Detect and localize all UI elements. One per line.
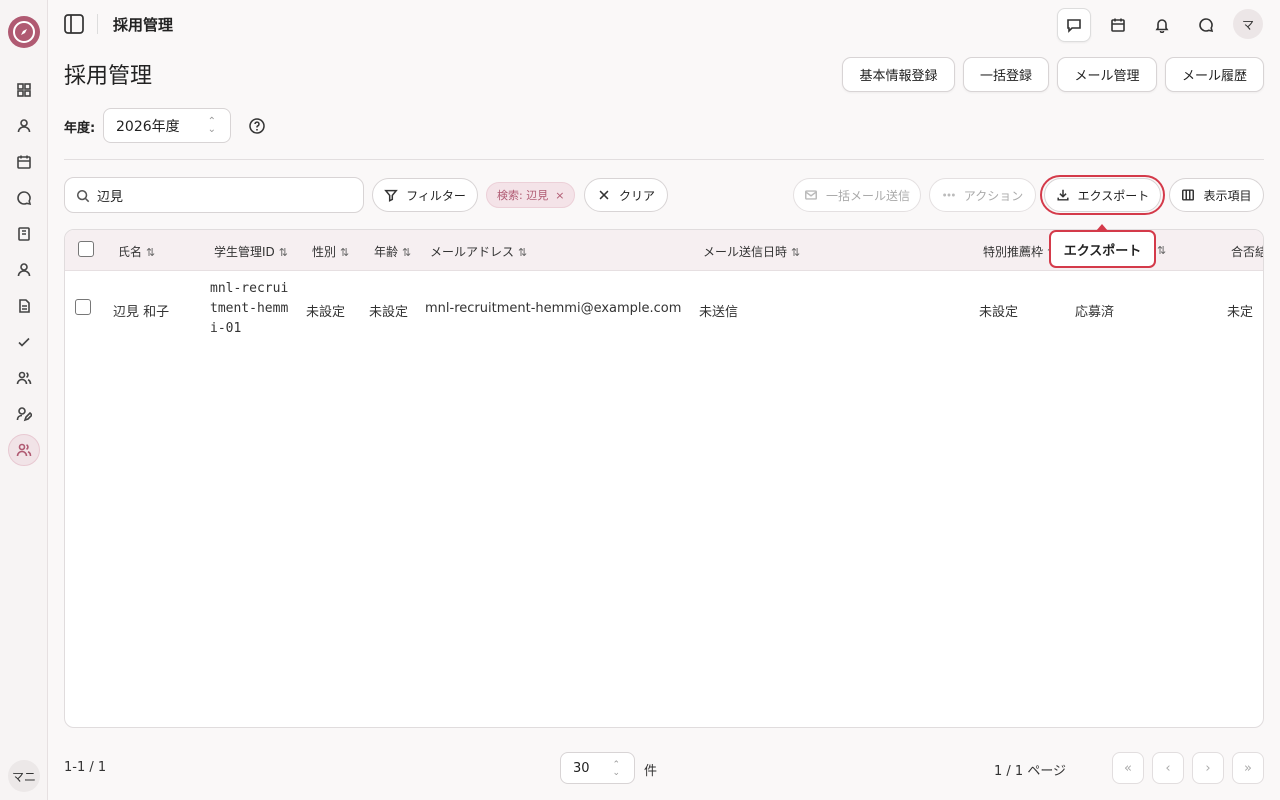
calendar-top-icon[interactable] (1101, 8, 1135, 42)
topbar-divider (97, 14, 98, 34)
mail-history-button[interactable]: メール履歴 (1165, 57, 1264, 92)
sort-icon: ⇅ (340, 246, 350, 259)
recruitment-users-icon[interactable] (8, 434, 40, 466)
compass-icon (13, 21, 35, 43)
select-chevron-icon: ⌃ ⌄ (612, 760, 620, 778)
cell-mail-sent: 未送信 (699, 305, 739, 320)
help-icon[interactable] (248, 117, 266, 135)
chip-label: 検索: 辺見 (497, 189, 549, 202)
header-age[interactable]: 年齢 ⇅ (374, 243, 411, 260)
bell-icon[interactable] (1145, 8, 1179, 42)
export-highlight-ring (1040, 175, 1165, 215)
bulk-mail-button[interactable]: 一括メール送信 (793, 178, 921, 212)
search-icon (76, 189, 90, 203)
cell-result: 未定 (1227, 305, 1254, 320)
header-mail-sent[interactable]: メール送信日時 ⇅ (703, 243, 800, 260)
first-page-button[interactable]: « (1112, 752, 1144, 784)
chat-icon[interactable] (12, 186, 36, 210)
row-checkbox[interactable] (75, 299, 91, 315)
filter-label: フィルター (406, 188, 466, 203)
sort-icon: ⇅ (146, 246, 156, 259)
close-icon (599, 190, 609, 200)
page-size-unit: 件 (644, 764, 658, 779)
more-icon (942, 193, 955, 197)
calendar-icon[interactable] (12, 150, 36, 174)
mail-management-button[interactable]: メール管理 (1057, 57, 1157, 92)
dashboard-icon[interactable] (12, 78, 36, 102)
next-page-button[interactable]: › (1192, 752, 1224, 784)
clear-button[interactable]: クリア (584, 178, 668, 212)
page-title: 採用管理 (64, 64, 153, 89)
sidebar: マニ (0, 0, 48, 800)
recruitment-table: 氏名 ⇅ 学生管理ID ⇅ 性別 ⇅ 年齢 ⇅ メールアドレス ⇅ メール送信日時 ⇅ 特別… (64, 229, 1264, 728)
person-icon[interactable] (12, 258, 36, 282)
cell-status: 応募済 (1075, 305, 1115, 320)
cell-special: 未設定 (979, 305, 1019, 320)
filter-icon (384, 189, 398, 202)
action-button[interactable]: アクション (929, 178, 1036, 212)
header-gender[interactable]: 性別 ⇅ (312, 243, 349, 260)
page-size-value: 30 (573, 760, 590, 776)
header-email[interactable]: メールアドレス ⇅ (430, 243, 527, 260)
book-icon[interactable] (12, 222, 36, 246)
sort-icon: ⇅ (402, 246, 412, 259)
result-count: 1-1 / 1 (64, 760, 107, 775)
columns-button[interactable]: 表示項目 (1169, 178, 1264, 212)
search-value: 辺見 (97, 189, 124, 205)
filter-button[interactable]: フィルター (372, 178, 478, 212)
cell-email: mnl-recruitment-hemmi@example.com (425, 301, 682, 316)
sort-icon: ⇅ (791, 246, 801, 259)
user-edit-icon[interactable] (12, 402, 36, 426)
chat-bubble-icon[interactable] (1189, 8, 1223, 42)
columns-label: 表示項目 (1203, 188, 1252, 203)
message-icon[interactable] (1057, 8, 1091, 42)
header-special[interactable]: 特別推薦枠⇅ (983, 243, 1056, 260)
search-filter-chip[interactable]: 検索: 辺見 × (486, 182, 576, 208)
page-size-select[interactable]: 30 ⌃ ⌄ (560, 752, 635, 784)
export-tooltip: エクスポート (1049, 230, 1156, 268)
clear-label: クリア (618, 188, 655, 203)
sort-icon: ⇅ (278, 246, 288, 259)
header-student-id[interactable]: 学生管理ID ⇅ (214, 243, 288, 260)
user-icon[interactable] (12, 114, 36, 138)
check-icon[interactable] (12, 330, 36, 354)
cell-name[interactable]: 辺見 和子 (113, 301, 169, 320)
columns-icon (1182, 189, 1195, 201)
profile-avatar[interactable]: マ (1233, 9, 1263, 39)
header-name[interactable]: 氏名 ⇅ (118, 243, 155, 260)
app-logo[interactable] (8, 16, 40, 48)
bulk-mail-label: 一括メール送信 (825, 188, 910, 203)
select-chevron-icon: ⌃ ⌄ (207, 116, 216, 135)
chip-close-icon[interactable]: × (555, 189, 564, 202)
section-divider (64, 159, 1264, 160)
topbar-title: 採用管理 (113, 16, 174, 34)
cell-student-id: mnl-recruitment-hemmi-01 (210, 281, 289, 336)
cell-age: 未設定 (369, 305, 409, 320)
last-page-button[interactable]: » (1232, 752, 1264, 784)
select-all-checkbox[interactable] (78, 241, 94, 257)
users-icon[interactable] (12, 366, 36, 390)
bulk-register-button[interactable]: 一括登録 (963, 57, 1049, 92)
action-label: アクション (963, 188, 1024, 203)
year-select[interactable]: 2026年度 ⌃ ⌄ (103, 108, 231, 143)
basic-info-register-button[interactable]: 基本情報登録 (842, 57, 955, 92)
search-input[interactable]: 辺見 (64, 177, 364, 213)
header-result[interactable]: 合否結 (1231, 243, 1263, 260)
cell-gender: 未設定 (306, 305, 346, 320)
prev-page-button[interactable]: ‹ (1152, 752, 1184, 784)
sidebar-toggle-icon[interactable] (63, 13, 85, 35)
year-select-value: 2026年度 (116, 118, 180, 135)
user-avatar[interactable]: マニ (8, 760, 40, 792)
sort-icon: ⇅ (1157, 244, 1167, 257)
document-icon[interactable] (12, 294, 36, 318)
page-info: 1 / 1 ページ (994, 764, 1067, 779)
mail-icon (804, 190, 817, 200)
sort-icon: ⇅ (518, 246, 528, 259)
year-label: 年度: (64, 121, 96, 136)
